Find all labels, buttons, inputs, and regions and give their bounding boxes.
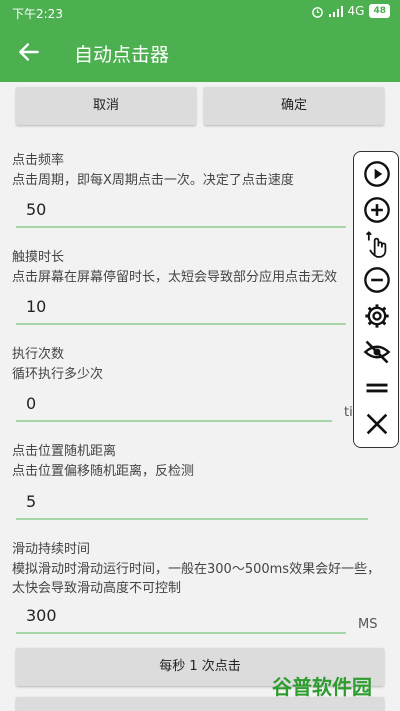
settings-icon[interactable] [363,302,391,330]
swipe-duration-input[interactable]: 300 [16,606,346,634]
status-bar: 下午2:23 4G 48 [0,0,400,24]
setting-title-repeat-count: 执行次数 [12,347,65,362]
alarm-icon [311,6,323,18]
touch-duration-input[interactable]: 10 [16,297,346,325]
setting-desc-swipe-duration: 模拟滑动时滑动运行时间，一般在300～500ms效果会好一些，太快会导致滑动高度… [12,562,381,596]
back-arrow-icon[interactable] [16,39,42,65]
close-icon[interactable] [363,410,391,438]
setting-title-touch-duration: 触摸时长 [12,250,65,265]
status-icons: 4G 48 [311,4,390,18]
cancel-button[interactable]: 取消 [16,87,196,125]
drag-icon[interactable] [363,374,391,402]
network-type: 4G [347,4,365,18]
add-icon[interactable] [363,196,391,224]
battery-icon: 48 [369,4,390,18]
watermark: 谷普软件园 [272,675,372,699]
repeat-count-input[interactable]: 0 [16,394,332,422]
setting-title-random-offset: 点击位置随机距离 [12,444,117,459]
play-icon[interactable] [363,160,391,188]
remove-icon[interactable] [363,266,391,294]
status-time: 下午2:23 [12,7,63,21]
swipe-duration-unit: MS [358,617,378,632]
click-frequency-input[interactable]: 50 [16,200,346,228]
floating-toolbar [353,151,399,448]
page-title: 自动点击器 [74,44,170,66]
signal-icon [328,5,343,17]
hide-icon[interactable] [363,338,391,366]
confirm-button[interactable]: 确定 [204,87,384,125]
setting-desc-random-offset: 点击位置偏移随机距离，反检测 [12,464,195,479]
setting-desc-repeat-count: 循环执行多少次 [12,367,104,382]
setting-title-click-frequency: 点击频率 [12,153,65,168]
setting-title-swipe-duration: 滑动持续时间 [12,542,91,557]
random-offset-input[interactable]: 5 [16,492,368,520]
touch-icon[interactable] [363,230,391,258]
setting-desc-touch-duration: 点击屏幕在屏幕停留时长，太短会导致部分应用点击无效 [12,270,338,285]
setting-desc-click-frequency: 点击周期，即每X周期点击一次。决定了点击速度 [12,173,294,188]
app-bar: 自动点击器 [0,24,400,82]
